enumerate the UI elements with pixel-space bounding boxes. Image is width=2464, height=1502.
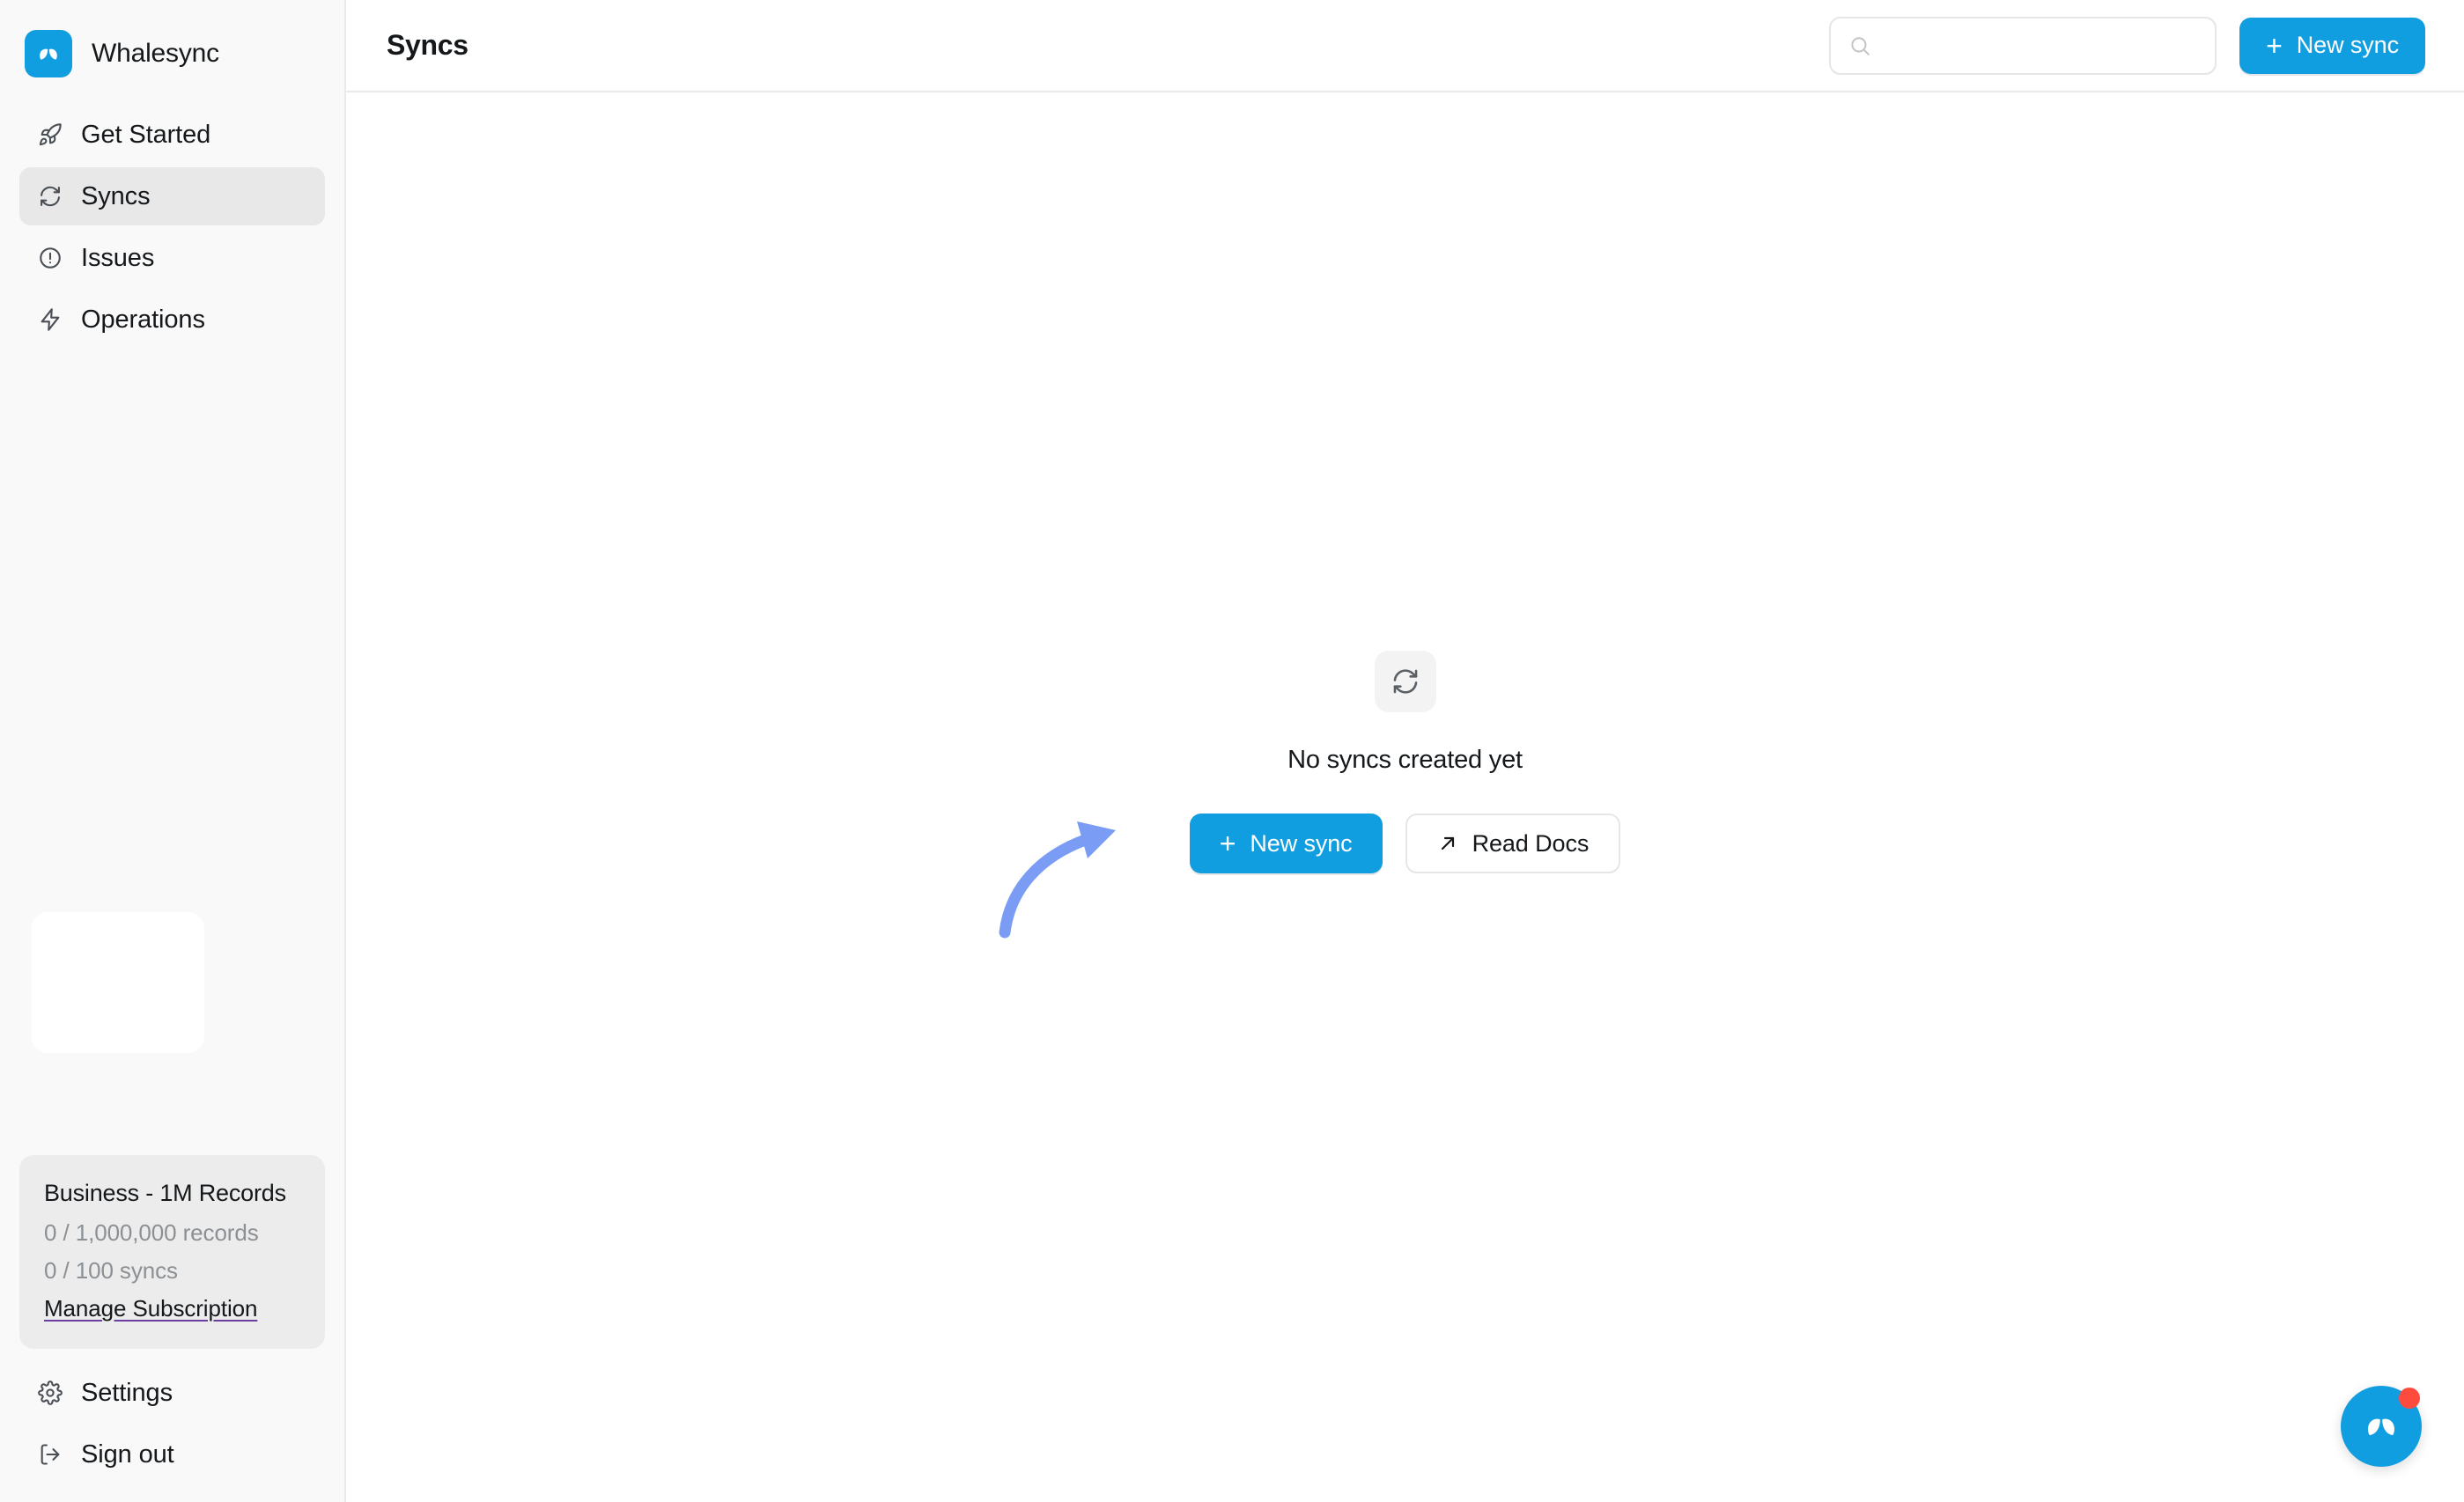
brand-header[interactable]: Whalesync — [0, 0, 344, 85]
sidebar-item-operations[interactable]: Operations — [19, 291, 325, 349]
new-sync-button-empty-state[interactable]: + New sync — [1189, 814, 1383, 873]
empty-state: No syncs created yet + New sync Read Doc… — [999, 651, 1621, 939]
whale-tail-logo-icon — [2368, 1418, 2394, 1436]
alert-circle-icon — [37, 245, 63, 271]
content-area: No syncs created yet + New sync Read Doc… — [346, 92, 2464, 1502]
sidebar-item-label: Operations — [81, 305, 205, 334]
sidebar-item-label: Issues — [81, 243, 155, 272]
plus-icon: + — [2266, 29, 2283, 62]
refresh-icon — [37, 183, 63, 210]
page-title: Syncs — [387, 29, 468, 61]
new-sync-button-label: New sync — [1250, 829, 1353, 857]
main-area: Syncs + New sync No syncs created yet + … — [346, 0, 2464, 1502]
syncs-usage: 0 / 100 syncs — [44, 1257, 178, 1284]
search-box[interactable] — [1829, 16, 2217, 75]
sidebar-placeholder-card — [32, 912, 204, 1053]
chat-notification-badge — [2399, 1388, 2420, 1409]
new-sync-button-label: New sync — [2296, 32, 2399, 58]
new-sync-button-header[interactable]: + New sync — [2239, 17, 2425, 74]
sidebar-item-label: Get Started — [81, 120, 211, 149]
sidebar-item-syncs[interactable]: Syncs — [19, 167, 325, 225]
sidebar-item-sign-out[interactable]: Sign out — [19, 1426, 325, 1483]
manage-subscription-link[interactable]: Manage Subscription — [44, 1295, 257, 1322]
empty-state-title: No syncs created yet — [1287, 746, 1523, 774]
sidebar-nav: Get Started Syncs Issues Operations — [0, 106, 344, 349]
logout-icon — [37, 1441, 63, 1468]
brand-name: Whalesync — [92, 39, 219, 68]
curved-arrow-icon — [999, 821, 1116, 939]
plus-icon: + — [1219, 828, 1236, 859]
rocket-icon — [37, 121, 63, 148]
records-usage: 0 / 1,000,000 records — [44, 1219, 259, 1246]
sidebar-footer-nav: Settings Sign out — [0, 1365, 344, 1483]
subscription-card: Business - 1M Records 0 / 1,000,000 reco… — [19, 1155, 325, 1349]
sidebar-item-label: Settings — [81, 1378, 173, 1407]
read-docs-button[interactable]: Read Docs — [1405, 814, 1621, 873]
top-bar-actions: + New sync — [1829, 16, 2425, 75]
search-input[interactable] — [1884, 18, 2198, 73]
arrow-up-right-icon — [1437, 833, 1458, 854]
search-icon — [1848, 34, 1871, 57]
sidebar-item-issues[interactable]: Issues — [19, 229, 325, 287]
top-bar: Syncs + New sync — [346, 0, 2464, 92]
gear-icon — [37, 1380, 63, 1406]
empty-state-actions: + New sync Read Docs — [1189, 814, 1621, 873]
chat-launcher-button[interactable] — [2341, 1386, 2422, 1467]
whale-tail-logo-icon — [25, 30, 72, 77]
plan-title: Business - 1M Records — [44, 1180, 286, 1206]
sidebar: Whalesync Get Started Syncs Issues Opera… — [0, 0, 346, 1502]
sidebar-item-label: Syncs — [81, 181, 151, 210]
lightning-bolt-icon — [37, 306, 63, 333]
sidebar-bottom: Business - 1M Records 0 / 1,000,000 reco… — [0, 1155, 344, 1502]
app-root: Whalesync Get Started Syncs Issues Opera… — [0, 0, 2464, 1502]
sidebar-item-label: Sign out — [81, 1439, 174, 1469]
sidebar-item-get-started[interactable]: Get Started — [19, 106, 325, 164]
sidebar-item-settings[interactable]: Settings — [19, 1365, 325, 1421]
empty-state-refresh-icon — [1374, 651, 1436, 712]
read-docs-button-label: Read Docs — [1472, 829, 1590, 857]
